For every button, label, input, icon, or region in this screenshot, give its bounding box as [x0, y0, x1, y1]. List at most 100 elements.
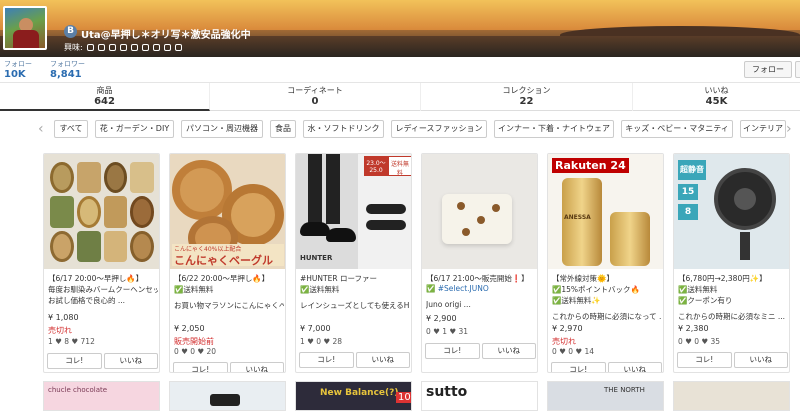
product-image[interactable]: Rakuten 24 ANESSA — [548, 154, 663, 269]
tab-likes[interactable]: いいね 45K — [633, 83, 800, 111]
loafer-shape — [366, 220, 406, 230]
card-meta: 1 ♥ 0 ♥ 28 — [300, 337, 343, 346]
interest-icon-7[interactable] — [152, 44, 160, 51]
follower-stat[interactable]: フォロワー 8,841 — [50, 59, 85, 80]
interest-icon-9[interactable] — [174, 44, 182, 51]
kore-button[interactable]: コレ! — [677, 352, 732, 368]
bear-pattern — [462, 228, 470, 236]
card-price: ¥ 2,900 — [426, 314, 457, 323]
interest-icon-4[interactable] — [119, 44, 127, 51]
category-chip[interactable]: 食品 — [270, 120, 296, 138]
card-subtitle: ✅送料無料 — [300, 285, 340, 294]
card-subtitle: ✅送料無料 — [174, 285, 214, 294]
like-button[interactable]: いいね — [355, 352, 410, 368]
bottle-shape — [562, 178, 602, 266]
card-title: 【6/22 20:00〜早押し🔥】 — [174, 274, 270, 283]
more-button[interactable] — [795, 61, 800, 78]
interest-icon-5[interactable] — [130, 44, 138, 51]
card-title: 【6,780円→2,380円✨】 — [678, 274, 767, 283]
tab-label: 商品 — [96, 86, 113, 95]
card-meta: 1 ♥ 8 ♥ 712 — [48, 337, 95, 346]
category-chip[interactable]: 花・ガーデン・DIY — [95, 120, 174, 138]
interest-icon-3[interactable] — [108, 44, 116, 51]
tab-coordinate[interactable]: コーディネート 0 — [210, 83, 421, 111]
profile-name: Uta@早押し＊オリ写＊激安品強化中 — [81, 30, 251, 41]
card-subtitle: ✅15%ポイントバック🔥 — [552, 285, 640, 294]
image-label: New Balance(?) — [320, 388, 399, 398]
product-card[interactable]: こんにゃく40%以上配合 こんにゃくベーグル 【6/22 20:00〜早押し🔥】… — [169, 153, 286, 373]
interest-icon-6[interactable] — [141, 44, 149, 51]
rakuten-logo: Rakuten 24 — [552, 158, 629, 173]
card-actions: コレ! いいね — [551, 362, 662, 372]
bear-pattern — [477, 216, 485, 224]
card-meta: 0 ♥ 1 ♥ 31 — [426, 327, 469, 336]
follow-button[interactable]: フォロー — [744, 61, 792, 78]
card-subtitle: ✅送料無料 — [678, 285, 718, 294]
interest-icon-8[interactable] — [163, 44, 171, 51]
avatar-shirt — [13, 30, 39, 48]
tab-count: 45K — [705, 96, 728, 107]
category-chip[interactable]: すべて — [54, 120, 88, 138]
category-chip[interactable]: インナー・下着・ナイトウェア — [494, 120, 614, 138]
product-card[interactable]: 23.0〜25.0 送料無料 HUNTER #HUNTER ローファー ✅送料無… — [295, 153, 412, 373]
kore-button[interactable]: コレ! — [299, 352, 354, 368]
tab-label: コレクション — [502, 86, 551, 95]
product-image[interactable]: 超静音 15 8 — [674, 154, 789, 269]
kore-button[interactable]: コレ! — [47, 353, 102, 369]
follow-stat[interactable]: フォロー 10K — [4, 59, 32, 80]
kore-button[interactable]: コレ! — [425, 343, 480, 359]
tab-label: いいね — [704, 86, 729, 95]
card-title: 【6/17 20:00〜早押し🔥】 — [48, 274, 144, 283]
tab-items[interactable]: 商品 642 — [0, 83, 210, 111]
like-button[interactable]: いいね — [103, 353, 158, 369]
interest-row: 興味: — [64, 42, 182, 53]
loafer-shape — [326, 228, 356, 242]
product-card[interactable]: 【6/17 21:00〜販売開始❗️】 ✅ #Select.JUNO Juno … — [421, 153, 538, 373]
category-chip[interactable]: 水・ソフトドリンク — [303, 120, 384, 138]
verified-badge: B — [64, 25, 77, 38]
card-price: ¥ 2,970 — [552, 324, 583, 333]
product-image[interactable]: こんにゃく40%以上配合 こんにゃくベーグル — [170, 154, 285, 269]
interest-icon-1[interactable] — [86, 44, 94, 51]
card-title: 【6/17 21:00〜販売開始❗️】 — [426, 274, 529, 283]
card-description: Juno origi ... — [426, 300, 471, 309]
like-button[interactable]: いいね — [607, 362, 662, 372]
avatar[interactable] — [3, 6, 47, 50]
chevron-right-icon[interactable]: › — [786, 121, 792, 137]
like-button[interactable]: いいね — [733, 352, 788, 368]
product-image[interactable]: 23.0〜25.0 送料無料 HUNTER — [296, 154, 411, 269]
like-button[interactable]: いいね — [481, 343, 536, 359]
chevron-left-icon[interactable]: ‹ — [38, 121, 44, 137]
like-button[interactable]: いいね — [229, 362, 284, 372]
product-card[interactable]: 超静音 15 8 【6,780円→2,380円✨】 ✅送料無料 ✅クーポン有り … — [673, 153, 790, 373]
kore-button[interactable]: コレ! — [173, 362, 228, 372]
card-price: ¥ 7,000 — [300, 324, 331, 333]
follower-label: フォロワー — [50, 60, 85, 68]
card-actions: コレ! いいね — [677, 352, 788, 368]
category-chip[interactable]: パソコン・周辺機器 — [181, 120, 263, 138]
tab-count: 22 — [519, 96, 534, 107]
interest-icon-2[interactable] — [97, 44, 105, 51]
product-card[interactable]: 【6/17 20:00〜早押し🔥】 毎度お馴染みバームクーヘンセット お試し価格… — [43, 153, 160, 373]
category-chip[interactable]: キッズ・ベビー・マタニティ — [621, 120, 733, 138]
fan-stand — [740, 232, 750, 260]
category-chip[interactable]: レディースファッション — [391, 120, 487, 138]
category-bar: ‹ すべて 花・ガーデン・DIY パソコン・周辺機器 食品 水・ソフトドリンク … — [0, 118, 800, 140]
category-chip[interactable]: インテリア — [740, 120, 786, 138]
product-image[interactable] — [44, 154, 159, 269]
card-meta: 0 ♥ 0 ♥ 35 — [678, 337, 721, 346]
product-card[interactable]: Rakuten 24 ANESSA 【常外線対策🌞】 ✅15%ポイントバック🔥 … — [547, 153, 664, 373]
tab-collection[interactable]: コレクション 22 — [421, 83, 633, 111]
fan-hub — [734, 188, 756, 210]
card-description: これからの時期に必須になって ... — [552, 312, 662, 321]
bagel-label: こんにゃくベーグル — [174, 254, 273, 267]
image-label: chucle chocolate — [48, 386, 108, 394]
tab-count: 642 — [94, 96, 115, 107]
interest-label: 興味: — [64, 43, 83, 52]
loafer-shape — [366, 204, 406, 214]
kore-button[interactable]: コレ! — [551, 362, 606, 372]
product-image[interactable] — [422, 154, 537, 269]
brand-label: ANESSA — [564, 214, 591, 221]
size-tag: 23.0〜25.0 — [364, 156, 388, 176]
follow-button-label: フォロー — [752, 65, 784, 74]
